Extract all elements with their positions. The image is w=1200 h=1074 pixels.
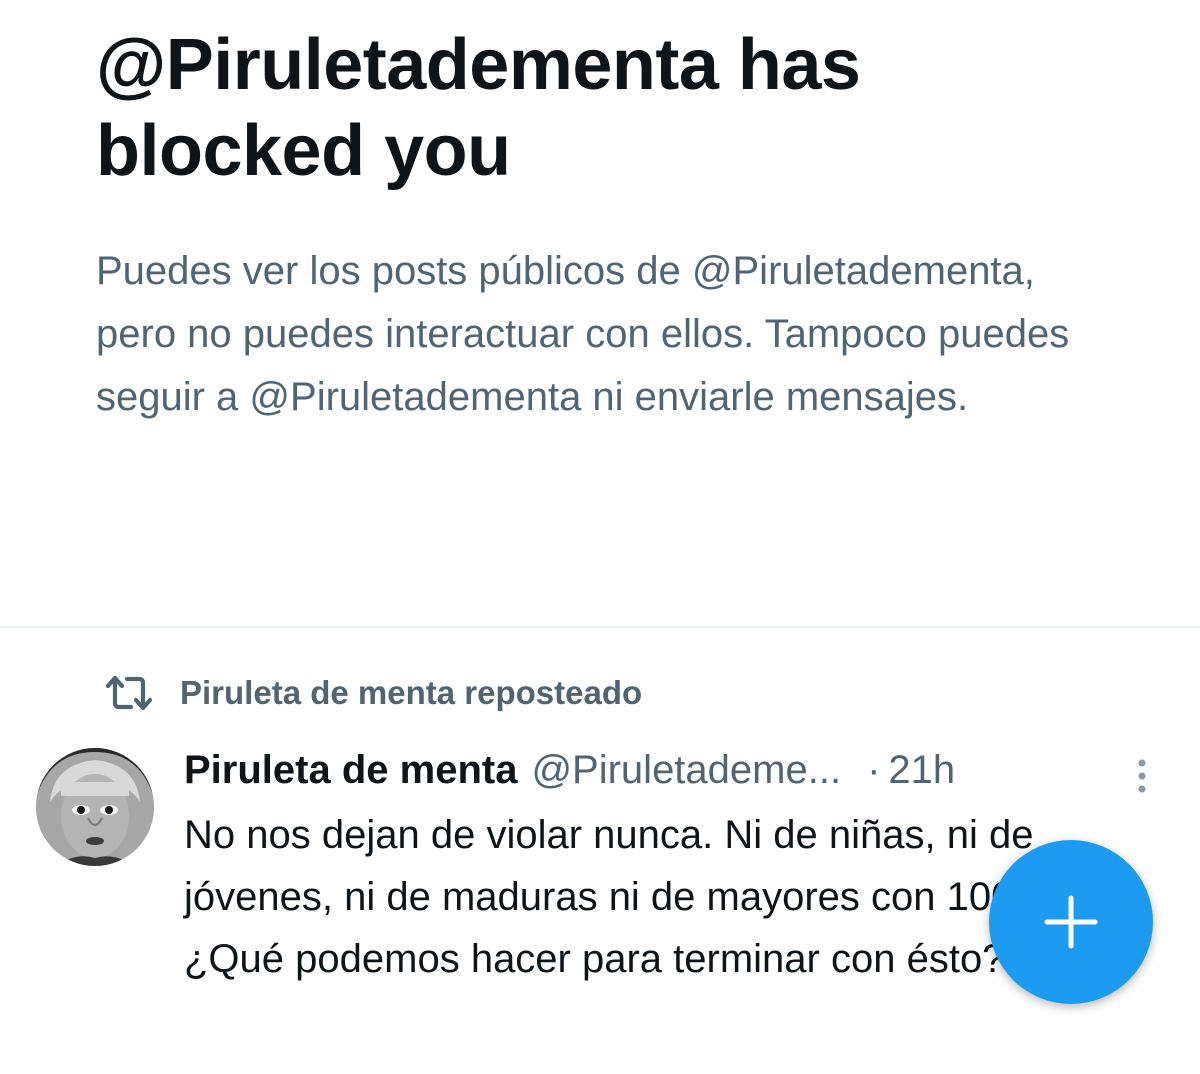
plus-icon bbox=[1044, 895, 1098, 949]
separator-dot: · bbox=[867, 747, 881, 792]
more-options-button[interactable] bbox=[1120, 748, 1164, 804]
blocked-profile-page: @Piruletadementa has blocked you Puedes … bbox=[0, 0, 1200, 1074]
repost-indicator[interactable]: Piruleta de menta reposteado bbox=[104, 668, 642, 718]
post-timestamp[interactable]: 21h bbox=[888, 748, 955, 793]
repost-icon bbox=[104, 668, 154, 718]
more-vertical-icon bbox=[1138, 759, 1146, 793]
repost-label: Piruleta de menta reposteado bbox=[180, 674, 643, 711]
divider bbox=[0, 626, 1200, 628]
compose-post-button[interactable] bbox=[989, 840, 1153, 1004]
avatar[interactable] bbox=[36, 748, 154, 866]
post-header: Piruleta de menta @Piruletademe... · 21h bbox=[184, 742, 1114, 798]
author-handle[interactable]: @Piruletademe... bbox=[531, 748, 841, 793]
blocked-description: Puedes ver los posts públicos de @Pirule… bbox=[96, 249, 1070, 419]
blocked-title: @Piruletadementa has blocked you bbox=[96, 25, 861, 191]
author-name[interactable]: Piruleta de menta bbox=[184, 748, 517, 793]
